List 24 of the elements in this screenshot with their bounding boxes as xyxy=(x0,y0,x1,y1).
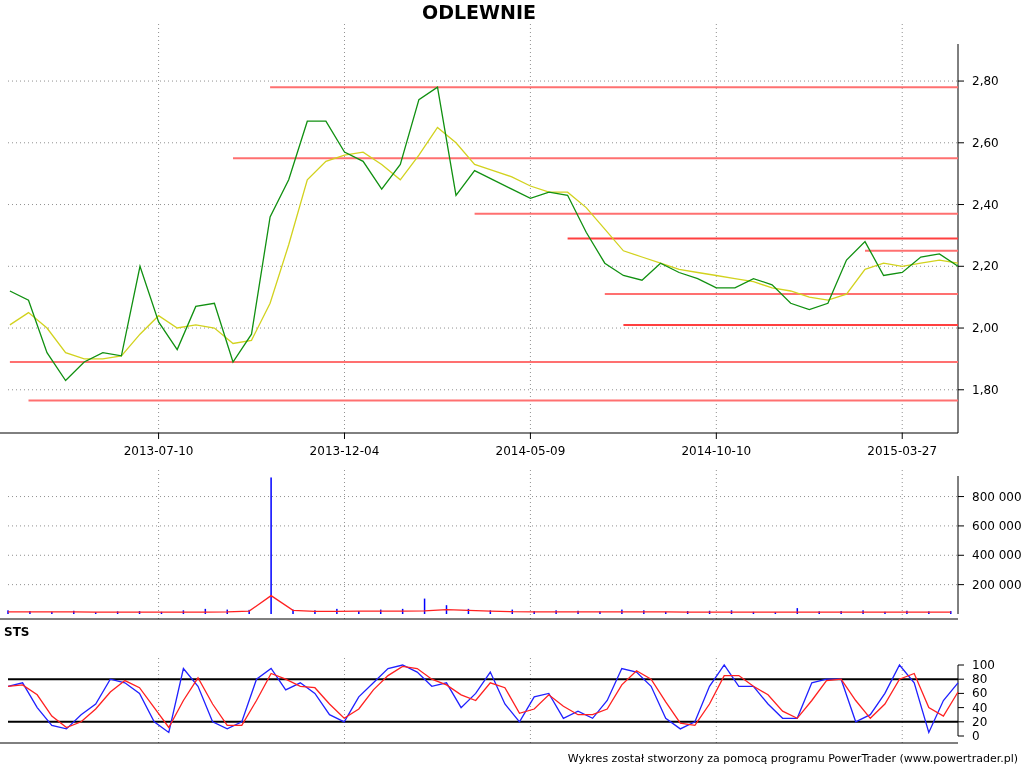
footer-credit: Wykres został stworzony za pomocą programu PowerTrader (www.powertrader.pl) xyxy=(567,751,1018,765)
axis-tick-label: 1,80 xyxy=(972,382,999,397)
axis-tick-label: 60 xyxy=(972,686,988,701)
axis-tick-label: 200 000 xyxy=(972,577,1022,592)
chart-title: ODLEWNIE xyxy=(422,1,536,23)
axis-tick-label: 2013-12-04 xyxy=(309,444,380,458)
axis-tick-label: 2014-05-09 xyxy=(495,444,566,458)
axis-tick-label: 20 xyxy=(972,714,988,729)
axis-tick-label: 80 xyxy=(972,672,988,687)
axis-tick-label: 800 000 xyxy=(972,489,1022,504)
axis-tick-label: 2,40 xyxy=(972,197,999,212)
axis-tick-label: 2014-10-10 xyxy=(681,444,752,458)
axis-tick-label: 2013-07-10 xyxy=(123,444,194,458)
axis-tick-label: 2015-03-27 xyxy=(867,444,938,458)
axis-tick-label: 600 000 xyxy=(972,518,1022,533)
axis-tick-label: 400 000 xyxy=(972,548,1022,563)
axis-tick-label: 40 xyxy=(972,700,988,715)
axis-tick-label: 2,00 xyxy=(972,321,999,336)
axis-tick-label: 0 xyxy=(972,729,980,743)
axis-tick-label: 2,60 xyxy=(972,135,999,150)
indicator-label: STS xyxy=(4,625,30,639)
axis-tick-label: 2,80 xyxy=(972,74,999,89)
axis-tick-label: 2,20 xyxy=(972,259,999,274)
axis-tick-label: 100 xyxy=(972,658,995,672)
